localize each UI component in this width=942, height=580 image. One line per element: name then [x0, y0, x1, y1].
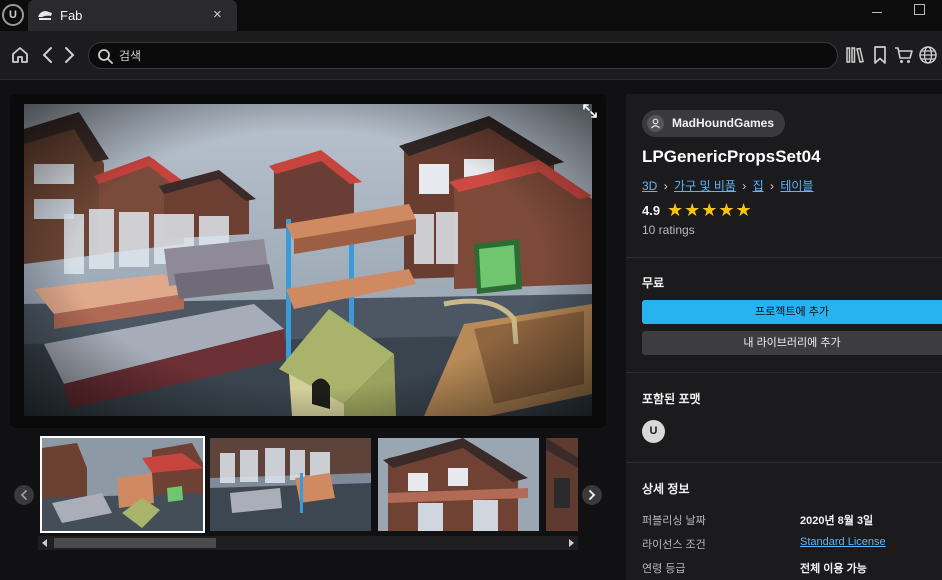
tab-fab[interactable]: Fab ×: [28, 0, 237, 31]
divider: [626, 257, 942, 258]
home-icon[interactable]: [10, 45, 30, 65]
main-gallery: [10, 94, 606, 428]
forward-icon[interactable]: [59, 45, 79, 65]
toolbar: [0, 31, 942, 80]
globe-icon[interactable]: [918, 45, 938, 65]
title-bar: U Fab ×: [0, 0, 942, 31]
divider: [626, 372, 942, 373]
product-title: LPGenericPropsSet04: [642, 147, 821, 166]
seller-button[interactable]: MadHoundGames: [642, 110, 786, 137]
rating-count[interactable]: 10 ratings: [642, 223, 695, 237]
star-rating-icon: ★★★★★: [667, 200, 753, 220]
close-tab-icon[interactable]: ×: [213, 6, 222, 23]
seller-name: MadHoundGames: [672, 116, 775, 130]
unreal-logo-icon[interactable]: U: [2, 4, 24, 26]
age-rating-label: 연령 등급: [642, 563, 686, 575]
license-link[interactable]: Standard License: [800, 536, 886, 548]
rating-score: 4.9: [642, 203, 661, 218]
details-heading: 상세 정보: [642, 482, 690, 496]
thumbnail-2[interactable]: [210, 438, 371, 531]
chevron-right-icon: ›: [742, 179, 747, 193]
publish-date-value: 2020년 8월 3일: [800, 515, 874, 527]
scrollbar-thumb[interactable]: [54, 538, 216, 548]
thumbnail-image: [42, 438, 203, 531]
thumbnail-1[interactable]: [40, 436, 205, 533]
bookmark-icon[interactable]: [870, 45, 890, 65]
scroll-right-icon[interactable]: [569, 539, 574, 547]
breadcrumb-house[interactable]: 집: [753, 179, 764, 193]
license-label: 라이선스 조건: [642, 539, 706, 551]
divider: [626, 462, 942, 463]
thumbnail-4[interactable]: [546, 438, 578, 531]
library-icon[interactable]: [845, 45, 865, 65]
unreal-format-icon[interactable]: U: [642, 420, 665, 443]
search-icon: [98, 49, 113, 64]
main-preview-image[interactable]: [24, 104, 592, 416]
chevron-right-icon: ›: [769, 179, 774, 193]
breadcrumb-table[interactable]: 테이블: [780, 179, 813, 193]
thumbnail-image: [546, 438, 578, 531]
breadcrumb-furniture[interactable]: 가구 및 비품: [674, 179, 736, 193]
add-to-library-button[interactable]: 내 라이브러리에 추가: [642, 331, 942, 355]
thumbnail-image: [210, 438, 371, 531]
search-input[interactable]: [119, 47, 819, 65]
chevron-right-icon[interactable]: [582, 485, 602, 505]
scene-illustration: [24, 104, 592, 416]
chevron-right-icon: ›: [663, 179, 668, 193]
chevron-left-icon[interactable]: [14, 485, 34, 505]
fab-tab-icon: [38, 11, 52, 20]
thumbnail-3[interactable]: [378, 438, 539, 531]
breadcrumb-3d[interactable]: 3D: [642, 179, 657, 193]
thumbnail-image: [378, 438, 539, 531]
user-icon: [647, 115, 664, 132]
back-icon[interactable]: [38, 45, 58, 65]
tab-label: Fab: [60, 8, 83, 23]
add-to-project-button[interactable]: 프로젝트에 추가: [642, 300, 942, 324]
price-label: 무료: [642, 276, 665, 290]
thumbnail-scrollbar[interactable]: [38, 536, 578, 550]
minimize-window-icon[interactable]: [872, 12, 882, 13]
age-rating-value: 전체 이용 가능: [800, 563, 867, 575]
maximize-window-icon[interactable]: [914, 4, 925, 15]
breadcrumb: 3D › 가구 및 비품 › 집 › 테이블: [642, 177, 813, 194]
scroll-left-icon[interactable]: [42, 539, 47, 547]
publish-date-label: 퍼블리싱 날짜: [642, 515, 706, 527]
included-formats-heading: 포함된 포맷: [642, 392, 701, 406]
cart-icon[interactable]: [894, 45, 914, 65]
thumbnail-carousel: [10, 436, 606, 552]
product-panel: MadHoundGames LPGenericPropsSet04 3D › 가…: [626, 94, 942, 580]
expand-icon[interactable]: [580, 101, 600, 121]
search-bar[interactable]: [88, 42, 838, 69]
